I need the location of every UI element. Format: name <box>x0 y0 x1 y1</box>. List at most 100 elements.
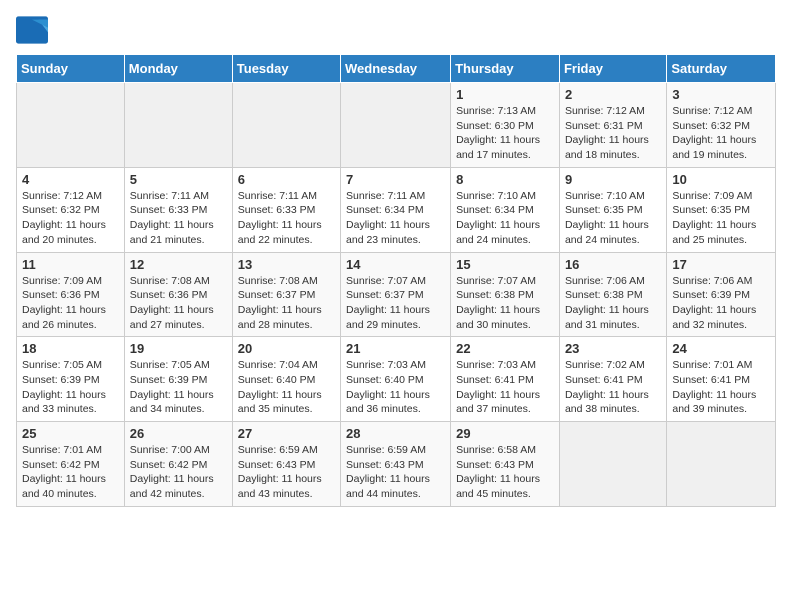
day-number: 7 <box>346 172 445 187</box>
day-info: Sunrise: 7:11 AM Sunset: 6:34 PM Dayligh… <box>346 189 445 248</box>
calendar-cell <box>232 83 340 168</box>
day-number: 10 <box>672 172 770 187</box>
day-info: Sunrise: 7:08 AM Sunset: 6:36 PM Dayligh… <box>130 274 227 333</box>
day-info: Sunrise: 6:59 AM Sunset: 6:43 PM Dayligh… <box>238 443 335 502</box>
day-number: 17 <box>672 257 770 272</box>
day-info: Sunrise: 6:58 AM Sunset: 6:43 PM Dayligh… <box>456 443 554 502</box>
day-number: 12 <box>130 257 227 272</box>
days-header-row: SundayMondayTuesdayWednesdayThursdayFrid… <box>17 55 776 83</box>
calendar-cell: 10 Sunrise: 7:09 AM Sunset: 6:35 PM Dayli… <box>667 167 776 252</box>
day-number: 20 <box>238 341 335 356</box>
calendar-cell: 11 Sunrise: 7:09 AM Sunset: 6:36 PM Dayli… <box>17 252 125 337</box>
calendar-cell: 4 Sunrise: 7:12 AM Sunset: 6:32 PM Daylig… <box>17 167 125 252</box>
calendar-cell: 16 Sunrise: 7:06 AM Sunset: 6:38 PM Dayli… <box>559 252 666 337</box>
day-info: Sunrise: 7:05 AM Sunset: 6:39 PM Dayligh… <box>130 358 227 417</box>
calendar-week-row: 18 Sunrise: 7:05 AM Sunset: 6:39 PM Dayli… <box>17 337 776 422</box>
calendar-cell: 21 Sunrise: 7:03 AM Sunset: 6:40 PM Dayli… <box>341 337 451 422</box>
day-info: Sunrise: 7:00 AM Sunset: 6:42 PM Dayligh… <box>130 443 227 502</box>
day-number: 21 <box>346 341 445 356</box>
day-number: 25 <box>22 426 119 441</box>
day-number: 29 <box>456 426 554 441</box>
day-number: 27 <box>238 426 335 441</box>
calendar-table: SundayMondayTuesdayWednesdayThursdayFrid… <box>16 54 776 507</box>
calendar-cell: 13 Sunrise: 7:08 AM Sunset: 6:37 PM Dayli… <box>232 252 340 337</box>
day-info: Sunrise: 7:08 AM Sunset: 6:37 PM Dayligh… <box>238 274 335 333</box>
day-info: Sunrise: 6:59 AM Sunset: 6:43 PM Dayligh… <box>346 443 445 502</box>
calendar-cell: 20 Sunrise: 7:04 AM Sunset: 6:40 PM Dayli… <box>232 337 340 422</box>
column-header-wednesday: Wednesday <box>341 55 451 83</box>
day-number: 3 <box>672 87 770 102</box>
calendar-cell: 14 Sunrise: 7:07 AM Sunset: 6:37 PM Dayli… <box>341 252 451 337</box>
day-number: 19 <box>130 341 227 356</box>
day-info: Sunrise: 7:06 AM Sunset: 6:38 PM Dayligh… <box>565 274 661 333</box>
day-info: Sunrise: 7:03 AM Sunset: 6:41 PM Dayligh… <box>456 358 554 417</box>
calendar-cell: 17Sunrise: 7:06 AM Sunset: 6:39 PM Dayli… <box>667 252 776 337</box>
day-info: Sunrise: 7:11 AM Sunset: 6:33 PM Dayligh… <box>130 189 227 248</box>
day-info: Sunrise: 7:10 AM Sunset: 6:34 PM Dayligh… <box>456 189 554 248</box>
column-header-monday: Monday <box>124 55 232 83</box>
calendar-cell: 26 Sunrise: 7:00 AM Sunset: 6:42 PM Dayli… <box>124 422 232 507</box>
day-number: 13 <box>238 257 335 272</box>
day-info: Sunrise: 7:01 AM Sunset: 6:41 PM Dayligh… <box>672 358 770 417</box>
calendar-cell <box>559 422 666 507</box>
day-number: 24 <box>672 341 770 356</box>
calendar-cell: 12 Sunrise: 7:08 AM Sunset: 6:36 PM Dayli… <box>124 252 232 337</box>
calendar-cell: 23 Sunrise: 7:02 AM Sunset: 6:41 PM Dayli… <box>559 337 666 422</box>
logo <box>16 16 54 44</box>
calendar-cell <box>124 83 232 168</box>
calendar-cell: 29 Sunrise: 6:58 AM Sunset: 6:43 PM Dayli… <box>451 422 560 507</box>
day-number: 18 <box>22 341 119 356</box>
day-number: 8 <box>456 172 554 187</box>
calendar-cell <box>341 83 451 168</box>
day-info: Sunrise: 7:09 AM Sunset: 6:36 PM Dayligh… <box>22 274 119 333</box>
calendar-cell: 9Sunrise: 7:10 AM Sunset: 6:35 PM Daylig… <box>559 167 666 252</box>
calendar-cell: 24 Sunrise: 7:01 AM Sunset: 6:41 PM Dayli… <box>667 337 776 422</box>
day-info: Sunrise: 7:03 AM Sunset: 6:40 PM Dayligh… <box>346 358 445 417</box>
calendar-week-row: 1Sunrise: 7:13 AM Sunset: 6:30 PM Daylig… <box>17 83 776 168</box>
logo-icon <box>16 16 48 44</box>
day-info: Sunrise: 7:13 AM Sunset: 6:30 PM Dayligh… <box>456 104 554 163</box>
day-number: 14 <box>346 257 445 272</box>
day-number: 22 <box>456 341 554 356</box>
calendar-cell: 18Sunrise: 7:05 AM Sunset: 6:39 PM Dayli… <box>17 337 125 422</box>
day-number: 9 <box>565 172 661 187</box>
column-header-saturday: Saturday <box>667 55 776 83</box>
day-info: Sunrise: 7:01 AM Sunset: 6:42 PM Dayligh… <box>22 443 119 502</box>
day-info: Sunrise: 7:02 AM Sunset: 6:41 PM Dayligh… <box>565 358 661 417</box>
day-number: 6 <box>238 172 335 187</box>
day-number: 11 <box>22 257 119 272</box>
day-info: Sunrise: 7:11 AM Sunset: 6:33 PM Dayligh… <box>238 189 335 248</box>
day-number: 15 <box>456 257 554 272</box>
calendar-cell: 22 Sunrise: 7:03 AM Sunset: 6:41 PM Dayli… <box>451 337 560 422</box>
day-number: 23 <box>565 341 661 356</box>
day-info: Sunrise: 7:09 AM Sunset: 6:35 PM Dayligh… <box>672 189 770 248</box>
column-header-friday: Friday <box>559 55 666 83</box>
day-number: 26 <box>130 426 227 441</box>
day-number: 2 <box>565 87 661 102</box>
calendar-cell: 5 Sunrise: 7:11 AM Sunset: 6:33 PM Daylig… <box>124 167 232 252</box>
calendar-cell <box>17 83 125 168</box>
calendar-week-row: 25 Sunrise: 7:01 AM Sunset: 6:42 PM Dayli… <box>17 422 776 507</box>
day-number: 16 <box>565 257 661 272</box>
calendar-cell <box>667 422 776 507</box>
day-number: 28 <box>346 426 445 441</box>
day-info: Sunrise: 7:04 AM Sunset: 6:40 PM Dayligh… <box>238 358 335 417</box>
calendar-cell: 19 Sunrise: 7:05 AM Sunset: 6:39 PM Dayli… <box>124 337 232 422</box>
day-info: Sunrise: 7:12 AM Sunset: 6:32 PM Dayligh… <box>672 104 770 163</box>
day-number: 4 <box>22 172 119 187</box>
column-header-sunday: Sunday <box>17 55 125 83</box>
calendar-cell: 25 Sunrise: 7:01 AM Sunset: 6:42 PM Dayli… <box>17 422 125 507</box>
day-number: 5 <box>130 172 227 187</box>
column-header-tuesday: Tuesday <box>232 55 340 83</box>
day-info: Sunrise: 7:07 AM Sunset: 6:37 PM Dayligh… <box>346 274 445 333</box>
header <box>16 16 776 44</box>
calendar-cell: 15 Sunrise: 7:07 AM Sunset: 6:38 PM Dayli… <box>451 252 560 337</box>
calendar-cell: 28 Sunrise: 6:59 AM Sunset: 6:43 PM Dayli… <box>341 422 451 507</box>
column-header-thursday: Thursday <box>451 55 560 83</box>
calendar-cell: 8 Sunrise: 7:10 AM Sunset: 6:34 PM Daylig… <box>451 167 560 252</box>
calendar-cell: 6 Sunrise: 7:11 AM Sunset: 6:33 PM Daylig… <box>232 167 340 252</box>
calendar-cell: 3 Sunrise: 7:12 AM Sunset: 6:32 PM Daylig… <box>667 83 776 168</box>
day-info: Sunrise: 7:07 AM Sunset: 6:38 PM Dayligh… <box>456 274 554 333</box>
day-info: Sunrise: 7:12 AM Sunset: 6:32 PM Dayligh… <box>22 189 119 248</box>
calendar-cell: 27 Sunrise: 6:59 AM Sunset: 6:43 PM Dayli… <box>232 422 340 507</box>
